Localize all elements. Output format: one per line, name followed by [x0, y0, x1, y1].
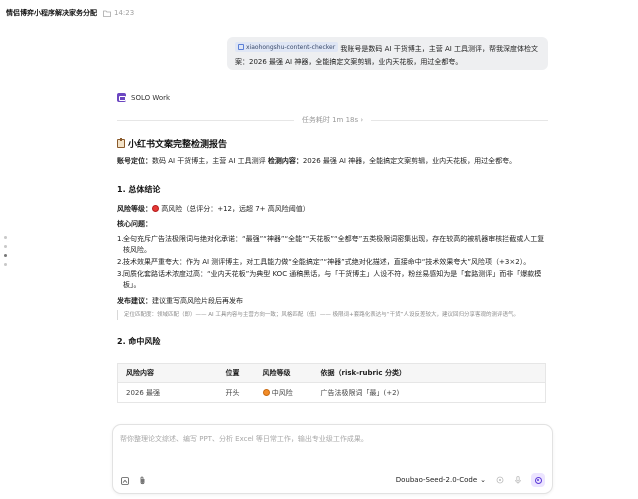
table-header: 依据（risk-rubric 分类）	[312, 363, 546, 383]
advice-value: 建议重写高风险片段后再发布	[152, 297, 243, 305]
table-cell: 2026 最强	[126, 388, 161, 397]
meta-label: 账号定位：	[117, 157, 152, 165]
chevron-right-icon: ›	[360, 116, 364, 124]
section-heading: 2. 命中风险	[117, 337, 161, 346]
settings-icon[interactable]	[495, 476, 504, 485]
advice-label: 发布建议：	[117, 297, 152, 305]
title-bar: 情侣博弈小程序解决家务分配 14:23	[0, 0, 638, 26]
assistant-name: SOLO Work	[131, 93, 171, 102]
send-icon	[534, 476, 542, 484]
table-cell: 开头	[225, 388, 240, 397]
table-header-row: 风险内容 位置 风险等级 依据（risk-rubric 分类）	[117, 363, 546, 383]
mid-risk-dot-icon	[262, 388, 270, 396]
model-name: Doubao-Seed-2.0-Code	[395, 476, 478, 484]
folder-time: 14:23	[103, 9, 134, 17]
table-row: 2026 最强 开头 中风险 广告法极限词「最」(+2)	[118, 383, 546, 403]
user-message-bubble: xiaohongshu-content-checker 我账号是数码 AI 干货…	[227, 37, 548, 70]
model-selector[interactable]: Doubao-Seed-2.0-Code ⌄	[396, 476, 486, 484]
mic-icon[interactable]	[513, 476, 522, 485]
clipboard-icon	[117, 137, 125, 148]
core-issues-label: 核心问题：	[117, 220, 152, 228]
scroll-dot[interactable]	[4, 245, 7, 248]
table-cell: 广告法极限词「最」(+2)	[320, 388, 400, 397]
skill-icon	[238, 44, 244, 50]
chevron-down-icon: ⌄	[480, 476, 486, 484]
chat-input-placeholder[interactable]: 帮你整理论文综述、编写 PPT、分析 Excel 等日常工作，输出专业级工作成果…	[120, 434, 368, 444]
solo-logo-icon	[117, 93, 126, 102]
table-header: 风险等级	[254, 363, 313, 383]
scroll-indicator[interactable]	[4, 236, 7, 266]
report-title-text: 小红书文案完整检测报告	[128, 139, 228, 150]
conversation-time: 14:23	[114, 9, 135, 17]
chat-input-box[interactable]: 帮你整理论文综述、编写 PPT、分析 Excel 等日常工作，输出专业级工作成果…	[112, 424, 553, 494]
scroll-dot[interactable]	[4, 236, 7, 239]
report-content: 小红书文案完整检测报告 账号定位：数码 AI 干货博主，主营 AI 工具测评 检…	[117, 137, 548, 403]
list-item: 3. 同质化套路话术浓度过高：“业内天花板”为典型 KOC 通稿黑话，与「干货博主…	[117, 270, 542, 289]
high-risk-dot-icon	[152, 205, 159, 212]
report-title: 小红书文案完整检测报告	[117, 137, 548, 150]
table-header: 位置	[217, 363, 255, 383]
meta-value: 2026 最强 AI 神器，全能搞定文案剪辑，业内天花板，用过全都夸。	[302, 157, 517, 165]
positioning-note: 定位匹配度：领域匹配（即）—— AI 工具内容与主营方向一致；风格匹配（低）——…	[117, 310, 548, 320]
section-heading: 1. 总体结论	[117, 185, 161, 194]
assistant-header: SOLO Work	[117, 93, 170, 102]
issue-list: 1. 全句充斥广告法极限词与绝对化承诺：“最强”“神器”“全能”“天花板”“全都夸…	[117, 234, 548, 291]
meta-label: 检测内容：	[267, 157, 303, 165]
list-item: 1. 全句充斥广告法极限词与绝对化承诺：“最强”“神器”“全能”“天花板”“全都夸…	[117, 235, 545, 254]
skill-tag-label: xiaohongshu-content-checker	[246, 43, 336, 51]
scroll-dot[interactable]	[4, 263, 7, 266]
divider	[117, 119, 294, 121]
scroll-dot-active[interactable]	[4, 254, 7, 257]
publish-advice: 发布建议：建议重写高风险片段后再发布	[117, 295, 548, 307]
send-button[interactable]	[531, 473, 545, 487]
conversation-title: 情侣博弈小程序解决家务分配	[6, 9, 97, 17]
attach-image-icon[interactable]	[120, 476, 129, 485]
task-duration-label: 任务耗时 1m 18s	[301, 116, 359, 124]
skill-tag[interactable]: xiaohongshu-content-checker	[235, 42, 339, 52]
task-duration[interactable]: 任务耗时 1m 18s ›	[117, 115, 549, 125]
table-cell: 中风险	[255, 383, 313, 403]
meta-value: 数码 AI 干货博主，主营 AI 工具测评	[152, 157, 268, 165]
risk-table: 风险内容 位置 风险等级 依据（risk-rubric 分类） 2026 最强 …	[117, 363, 546, 403]
risk-value: 高风险（总评分：+12，远超 7+ 高风险阈值）	[159, 205, 310, 213]
report-meta: 账号定位：数码 AI 干货博主，主营 AI 工具测评 检测内容：2026 最强 …	[117, 155, 548, 167]
list-item: 2. 技术效果严重夸大：作为 AI 测评博主，对工具能力做“全能搞定”“神器”式绝…	[117, 258, 531, 266]
risk-label: 风险等级：	[117, 205, 152, 213]
folder-icon	[103, 10, 111, 17]
paperclip-icon[interactable]	[138, 476, 147, 485]
table-header: 风险内容	[117, 363, 218, 383]
divider	[371, 119, 549, 121]
risk-level: 风险等级： 高风险（总评分：+12，远超 7+ 高风险阈值）	[117, 203, 548, 215]
